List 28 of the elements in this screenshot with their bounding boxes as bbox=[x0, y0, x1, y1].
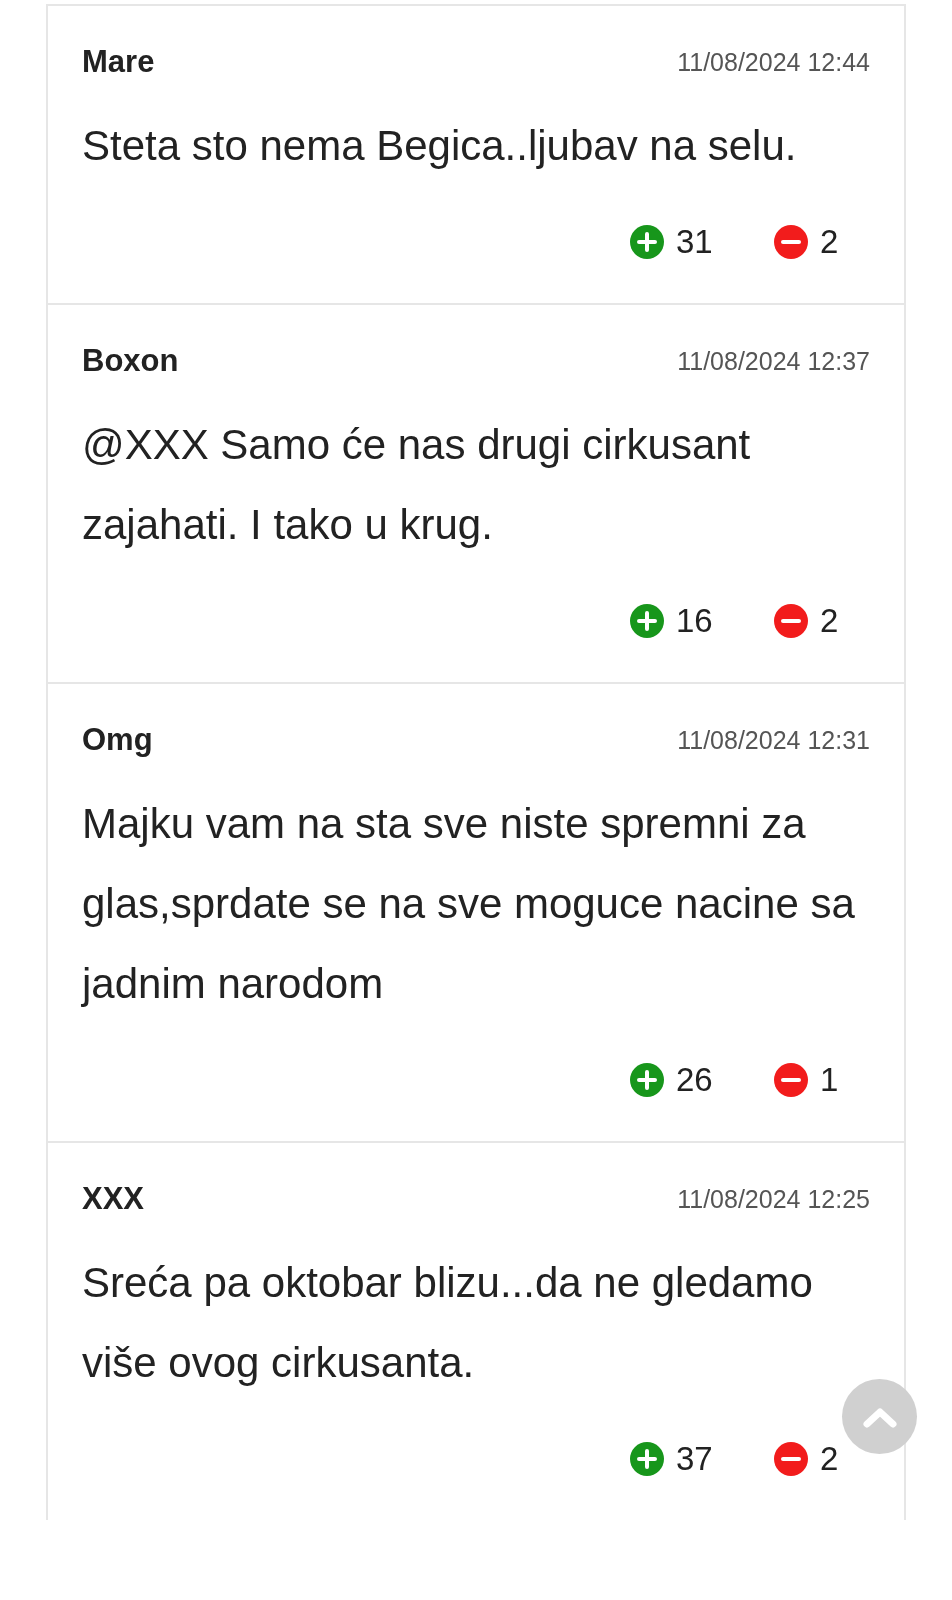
minus-icon[interactable] bbox=[774, 1063, 808, 1097]
comment-date: 11/08/2024 12:25 bbox=[677, 1184, 870, 1214]
like-count: 16 bbox=[676, 602, 714, 640]
comment-text: Steta sto nema Begica..ljubav na selu. bbox=[82, 121, 798, 171]
comment-date: 11/08/2024 12:31 bbox=[677, 725, 870, 755]
comment-author: Omg bbox=[82, 722, 153, 758]
comment-text: Sreća pa oktobar blizu...da ne gledamo više ovog cirkusanta. bbox=[82, 1258, 814, 1388]
comment-text: Majku vam na sta sve niste spremni za glas,sprdate se na sve moguce nacine sa jadnim narodom bbox=[82, 799, 856, 1009]
comment-date: 11/08/2024 12:37 bbox=[677, 346, 870, 376]
plus-icon[interactable] bbox=[630, 604, 664, 638]
plus-icon[interactable] bbox=[630, 1063, 664, 1097]
plus-icon[interactable] bbox=[630, 1442, 664, 1476]
dislike-count: 2 bbox=[820, 223, 840, 261]
dislike-count: 2 bbox=[820, 602, 840, 640]
comment-author: Boxon bbox=[82, 343, 179, 379]
comment-text: @XXX Samo će nas drugi cirkusant zajahati. I tako u krug. bbox=[82, 420, 752, 550]
minus-icon[interactable] bbox=[774, 225, 808, 259]
like-count: 31 bbox=[676, 223, 714, 261]
like-count: 37 bbox=[676, 1440, 714, 1478]
like-count: 26 bbox=[676, 1061, 714, 1099]
minus-icon[interactable] bbox=[774, 1442, 808, 1476]
comment-author: Mare bbox=[82, 44, 155, 80]
plus-icon[interactable] bbox=[630, 225, 664, 259]
comment-author: XXX bbox=[82, 1181, 145, 1217]
dislike-count: 2 bbox=[820, 1440, 840, 1478]
comment-date: 11/08/2024 12:44 bbox=[677, 47, 870, 77]
minus-icon[interactable] bbox=[774, 604, 808, 638]
dislike-count: 1 bbox=[820, 1061, 840, 1099]
